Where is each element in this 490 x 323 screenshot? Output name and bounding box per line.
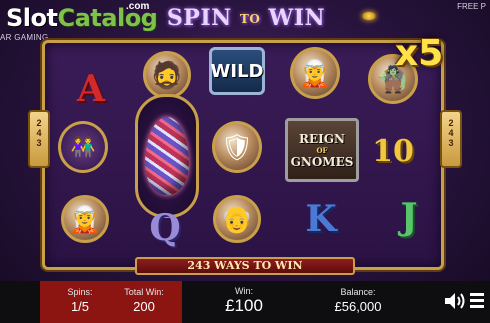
gnome-girl-icon: 🧝 bbox=[290, 47, 340, 99]
symbol-knight: 🛡 bbox=[212, 121, 262, 173]
symbol-queen: Q bbox=[140, 206, 190, 250]
reign-line2: OF bbox=[316, 145, 328, 155]
balance-stat: Balance: £56,000 bbox=[318, 286, 398, 316]
wild-badge: WILD bbox=[209, 47, 265, 95]
gnome-old-icon: 👴 bbox=[213, 195, 261, 243]
gnome-man-icon: 🧔 bbox=[143, 51, 191, 99]
total-win-value: 200 bbox=[133, 299, 155, 314]
balance-value: £56,000 bbox=[334, 299, 382, 314]
speaker-icon bbox=[445, 293, 465, 309]
symbol-ten: 10 bbox=[368, 126, 418, 176]
menu-icon bbox=[470, 293, 484, 296]
spins-label: Spins: bbox=[67, 287, 93, 297]
symbol-king: K bbox=[296, 194, 346, 244]
queen-letter: Q bbox=[149, 207, 181, 249]
knight-portrait-icon: 🛡 bbox=[212, 121, 262, 173]
ace-letter: A bbox=[77, 68, 105, 110]
brand-slot-text: Slot bbox=[6, 4, 58, 32]
symbol-gnome-old: 👴 bbox=[212, 194, 262, 244]
ways-tab-left: 2 4 3 bbox=[28, 110, 50, 168]
gnome-girl-icon: 🧝 bbox=[61, 195, 109, 243]
win-stat: Win: £100 bbox=[214, 285, 274, 315]
symbol-gnome-man: 🧔 bbox=[142, 50, 192, 100]
reign-line3: GNOMES bbox=[290, 154, 354, 169]
ways-tab-right: 2 4 3 bbox=[440, 110, 462, 168]
bottom-status-bar: Spins: 1/5 Total Win: 200 Win: £100 Bala… bbox=[0, 281, 490, 323]
brand-com-text: .com bbox=[126, 1, 150, 12]
multiplier-badge: x5 bbox=[395, 33, 444, 74]
game-title-logo: SPIN TO WIN bbox=[162, 3, 330, 37]
reign-line1: REIGN bbox=[299, 131, 345, 146]
symbol-ace: A bbox=[66, 64, 116, 114]
free-play-label: FREE P bbox=[457, 2, 486, 11]
couple-portrait-icon: 👫 bbox=[58, 121, 108, 173]
king-letter: K bbox=[305, 198, 337, 240]
menu-button[interactable] bbox=[470, 291, 486, 313]
dragon-eye-icon bbox=[362, 12, 376, 20]
reign-of-gnomes-logo: REIGN OF GNOMES bbox=[285, 118, 359, 182]
win-value: £100 bbox=[225, 296, 263, 315]
total-win-label: Total Win: bbox=[124, 287, 164, 297]
ways-to-win-banner: 243 WAYS TO WIN bbox=[135, 257, 355, 275]
symbol-reign-of-gnomes: REIGN OF GNOMES bbox=[284, 116, 360, 184]
sound-toggle-button[interactable] bbox=[444, 291, 466, 311]
slotcatalog-logo: SlotCatalog .com bbox=[6, 1, 158, 38]
game-title-part1: SPIN bbox=[166, 5, 232, 31]
jack-letter: J bbox=[400, 196, 418, 238]
dragon-egg-icon bbox=[145, 117, 189, 195]
menu-icon-line bbox=[470, 305, 484, 308]
dragon-egg-symbol bbox=[135, 94, 199, 218]
symbol-gnome-girl: 🧝 bbox=[60, 194, 110, 244]
symbol-gnome-girl-2: 🧝 bbox=[290, 47, 340, 99]
symbol-couple: 👫 bbox=[58, 121, 108, 173]
menu-icon-line bbox=[470, 299, 484, 302]
balance-label: Balance: bbox=[340, 287, 376, 297]
spins-value: 1/5 bbox=[70, 299, 90, 314]
symbol-jack: J bbox=[384, 192, 434, 242]
total-win-stat: Total Win: 200 bbox=[116, 286, 172, 316]
game-title-part3: WIN bbox=[268, 5, 326, 31]
symbol-wild: WILD bbox=[208, 46, 266, 96]
game-title-part2: TO bbox=[239, 12, 261, 26]
spins-stat: Spins: 1/5 bbox=[55, 286, 105, 316]
ten-number: 10 bbox=[372, 133, 414, 169]
